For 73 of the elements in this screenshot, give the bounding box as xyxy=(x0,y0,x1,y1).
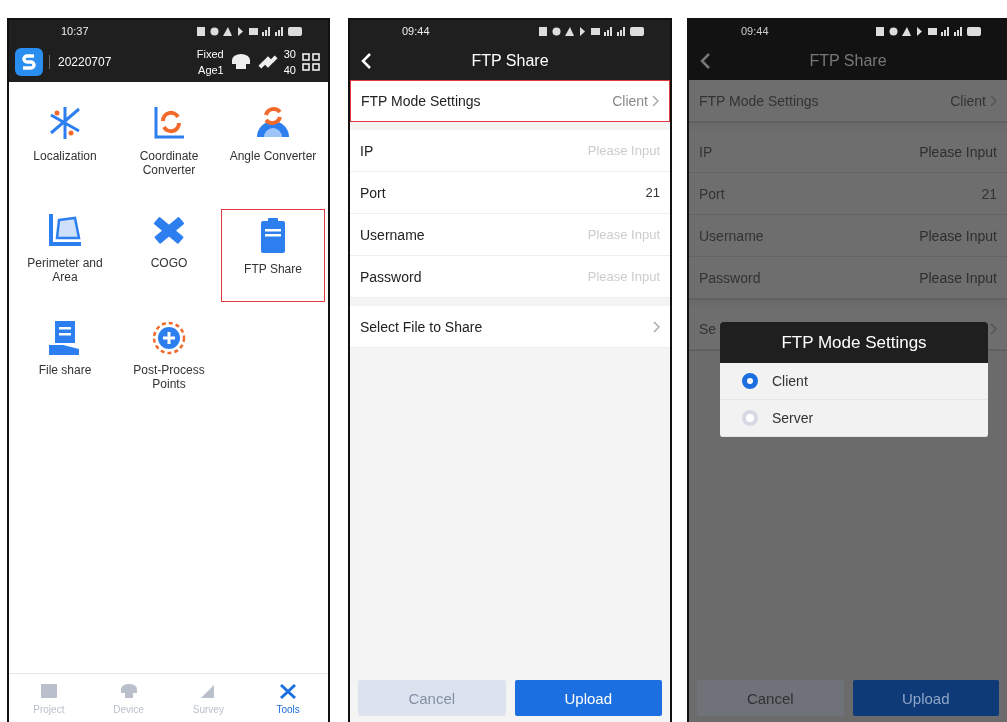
battery-icon xyxy=(288,26,302,36)
row-label: FTP Mode Settings xyxy=(699,92,820,109)
chevron-icon xyxy=(990,94,997,107)
satellite-count: 40 xyxy=(283,63,296,78)
upload-button[interactable]: Upload xyxy=(514,680,662,716)
chevron-icon xyxy=(652,95,659,107)
input-field[interactable]: Please Input xyxy=(887,143,997,160)
battery-icon xyxy=(967,26,981,36)
settings-row[interactable]: FTP Mode Settings Client xyxy=(350,80,670,122)
input-field[interactable]: 21 xyxy=(550,185,660,200)
tool-label: File share xyxy=(38,363,92,377)
receiver-icon[interactable] xyxy=(229,53,252,71)
signal-icon xyxy=(617,26,626,36)
row-value: Client xyxy=(950,92,986,109)
tool-label: Post-Process Points xyxy=(132,363,206,391)
receiver-icon xyxy=(118,681,139,700)
tool-label: Angle Converter xyxy=(229,149,317,163)
row-label: IP xyxy=(360,142,375,159)
row-value: Client xyxy=(612,93,648,109)
age-label: Age1 xyxy=(198,63,224,78)
status-time: 09:44 xyxy=(741,25,769,37)
tool-item[interactable]: Coordinate Converter xyxy=(117,96,221,203)
radio-option[interactable]: Server xyxy=(720,400,988,437)
signal-icon xyxy=(262,26,271,36)
row-label: Password xyxy=(699,269,762,286)
grid-menu-icon[interactable] xyxy=(302,53,320,71)
row-label: FTP Mode Settings xyxy=(361,93,482,109)
radio-option[interactable]: Client xyxy=(720,363,988,400)
row-label: Password xyxy=(360,268,423,285)
dialog-title: FTP Mode Settings xyxy=(720,322,988,363)
chevron-icon xyxy=(990,322,997,335)
fix-status: Fixed xyxy=(196,47,224,62)
input-field[interactable]: Please Input xyxy=(887,269,997,286)
project-name: 20220707 xyxy=(49,55,191,69)
settings-row[interactable]: Port 21 xyxy=(350,172,670,214)
row-label: Username xyxy=(699,227,765,244)
tool-item[interactable]: Post-Process Points xyxy=(117,310,221,417)
tool-item[interactable]: File share xyxy=(13,310,117,417)
satellite-count: 30 xyxy=(283,47,296,62)
option-label: Server xyxy=(772,410,814,426)
signal-icon xyxy=(954,26,963,36)
tool-item[interactable]: Localization xyxy=(13,96,117,203)
option-label: Client xyxy=(772,373,808,389)
row-label: Username xyxy=(360,226,426,243)
row-label: Port xyxy=(699,185,726,202)
screen-title: FTP Share xyxy=(471,52,549,70)
tool-label: COGO xyxy=(150,256,188,270)
chevron-icon xyxy=(653,320,660,333)
tool-label: FTP Share xyxy=(244,262,302,276)
row-label: Port xyxy=(360,184,387,201)
battery-icon xyxy=(630,26,644,36)
row-label: Se xyxy=(699,320,718,337)
signal-icon xyxy=(604,26,613,36)
nav-tab[interactable]: Tools xyxy=(248,674,328,722)
app-logo-icon[interactable] xyxy=(15,48,43,76)
screen-title: FTP Share xyxy=(809,52,887,70)
radio-button[interactable] xyxy=(742,373,758,389)
status-time: 10:37 xyxy=(61,25,89,37)
tool-item[interactable]: FTP Share xyxy=(221,209,325,302)
signal-icon xyxy=(275,26,284,36)
tool-item[interactable]: COGO xyxy=(117,203,221,310)
tool-item[interactable]: Perimeter and Area xyxy=(13,203,117,310)
tool-label: Perimeter and Area xyxy=(26,256,104,284)
status-time: 09:44 xyxy=(402,25,430,37)
row-label: Select File to Share xyxy=(360,318,484,335)
settings-row[interactable]: Select File to Share xyxy=(350,306,670,348)
upload-button[interactable]: Upload xyxy=(852,680,999,716)
tool-label: Localization xyxy=(33,149,97,163)
tool-item[interactable]: Angle Converter xyxy=(221,96,325,203)
tool-label: Coordinate Converter xyxy=(138,149,200,177)
signal-icon xyxy=(941,26,950,36)
input-field[interactable]: Please Input xyxy=(887,227,997,244)
row-label: IP xyxy=(699,143,714,160)
